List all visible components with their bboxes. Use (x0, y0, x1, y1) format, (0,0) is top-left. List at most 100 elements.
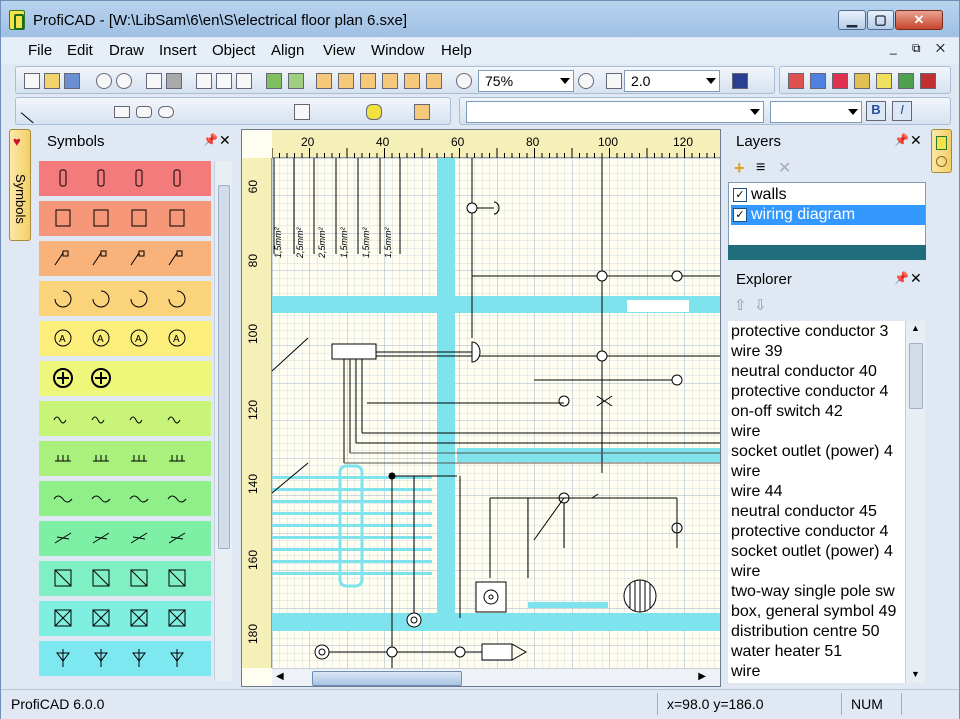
rounded-rectangle-tool-icon[interactable] (136, 106, 152, 118)
scroll-right-icon[interactable]: ▶ (698, 671, 706, 682)
move-down-icon[interactable]: ⇩ (754, 296, 767, 314)
electrical-symbol-icon[interactable] (89, 647, 113, 669)
scroll-down-icon[interactable]: ▼ (911, 669, 920, 679)
electrical-symbol-icon[interactable] (165, 167, 189, 189)
electrical-symbol-icon[interactable] (127, 247, 151, 269)
arc-tool-icon[interactable] (224, 104, 240, 120)
curve-tool-icon[interactable] (70, 104, 86, 120)
symbols-scroll-thumb[interactable] (218, 185, 230, 549)
electrical-symbol-icon[interactable]: A (165, 327, 189, 349)
print-preview-icon[interactable] (146, 73, 162, 89)
explorer-item[interactable]: box, general symbol 49 (731, 603, 896, 621)
electrical-symbol-icon[interactable] (89, 167, 113, 189)
electrical-symbol-icon[interactable] (51, 407, 75, 429)
explorer-item[interactable]: socket outlet (power) 4 (731, 543, 893, 561)
layer-item-walls[interactable]: ✓ walls (731, 185, 925, 205)
menu-edit[interactable]: Edit (67, 42, 93, 59)
electrical-symbol-icon[interactable] (165, 487, 189, 509)
electrical-symbol-icon[interactable] (127, 167, 151, 189)
image-icon[interactable] (288, 73, 304, 89)
wizard-icon[interactable] (854, 73, 870, 89)
electrical-symbol-icon[interactable] (51, 367, 75, 389)
layer-item-wiring-diagram[interactable]: ✓ wiring diagram (731, 205, 925, 225)
electrical-symbol-icon[interactable] (127, 527, 151, 549)
delete-layer-icon[interactable]: ✕ (778, 158, 791, 178)
explorer-item[interactable]: wire 44 (731, 483, 783, 501)
electrical-symbol-icon[interactable]: A (89, 327, 113, 349)
electrical-symbol-icon[interactable] (51, 207, 75, 229)
explorer-item[interactable]: water heater 51 (731, 643, 842, 661)
save-icon[interactable] (64, 73, 80, 89)
favorites-heart-icon[interactable] (832, 73, 848, 89)
electrical-symbol-icon[interactable] (89, 207, 113, 229)
electrical-symbol-icon[interactable] (51, 167, 75, 189)
insert-picture-icon[interactable] (266, 73, 282, 89)
open-folder-icon[interactable] (44, 73, 60, 89)
circle-tool-icon[interactable] (180, 104, 196, 120)
electrical-symbol-icon[interactable] (89, 287, 113, 309)
electrical-symbol-icon[interactable] (165, 407, 189, 429)
electrical-symbol-icon[interactable] (51, 527, 75, 549)
explorer-item[interactable]: two-way single pole sw (731, 583, 895, 601)
align-left-icon[interactable] (316, 73, 332, 89)
explorer-item[interactable]: wire (731, 563, 760, 581)
electrical-symbol-icon[interactable] (165, 607, 189, 629)
electrical-symbol-icon[interactable] (127, 207, 151, 229)
symbols-scrollbar[interactable] (214, 161, 232, 681)
scroll-up-icon[interactable]: ▲ (911, 323, 920, 333)
explorer-item[interactable]: wire 39 (731, 343, 783, 361)
electrical-symbol-icon[interactable] (127, 607, 151, 629)
title-bar[interactable]: ProfiCAD - [W:\LibSam\6\en\S\electrical … (1, 1, 959, 37)
electrical-symbol-icon[interactable] (89, 447, 113, 469)
ellipse-tool-icon[interactable] (158, 106, 174, 118)
electrical-symbol-icon[interactable] (165, 567, 189, 589)
select-arrow-icon[interactable] (414, 104, 430, 120)
menu-object[interactable]: Object (212, 42, 255, 59)
layers-color-icon[interactable] (920, 73, 936, 89)
print-icon[interactable] (166, 73, 182, 89)
electrical-symbol-icon[interactable] (127, 647, 151, 669)
font-combo[interactable] (466, 101, 764, 123)
explorer-scrollbar[interactable]: ▲ ▼ (905, 321, 925, 683)
align-middle-icon[interactable] (404, 73, 420, 89)
proficad-app-icon[interactable] (9, 10, 25, 30)
zoom-out-icon[interactable] (578, 73, 594, 89)
layer-checkbox[interactable]: ✓ (733, 188, 747, 202)
electrical-symbol-icon[interactable] (165, 207, 189, 229)
align-right-icon[interactable] (360, 73, 376, 89)
electrical-symbol-icon[interactable] (127, 287, 151, 309)
electrical-symbol-icon[interactable] (89, 407, 113, 429)
explorer-item[interactable]: neutral conductor 40 (731, 363, 877, 381)
mdi-window-controls[interactable]: _ ⧉ ✕ (890, 41, 951, 56)
electrical-symbol-icon[interactable] (165, 527, 189, 549)
close-panel-icon[interactable]: ✕ (219, 132, 231, 149)
explorer-item[interactable]: on-off switch 42 (731, 403, 843, 421)
redo-icon[interactable] (116, 73, 132, 89)
layer-list-icon[interactable]: ≡ (756, 159, 765, 177)
electrical-symbol-icon[interactable] (127, 567, 151, 589)
close-button[interactable]: ✕ (895, 10, 943, 30)
electrical-symbol-icon[interactable] (89, 487, 113, 509)
electrical-symbol-icon[interactable] (51, 447, 75, 469)
align-bottom-icon[interactable] (426, 73, 442, 89)
zoom-combo[interactable]: 75% (478, 70, 574, 92)
menu-help[interactable]: Help (441, 42, 472, 59)
text-box-tool-icon[interactable] (294, 104, 310, 120)
electrical-symbol-icon[interactable]: A (51, 327, 75, 349)
explorer-item[interactable]: wire (731, 423, 760, 441)
italic-button[interactable]: I (892, 101, 912, 121)
cable-tool-icon[interactable] (388, 104, 404, 120)
electrical-symbol-icon[interactable] (51, 487, 75, 509)
minimize-button[interactable]: ▁ (838, 10, 866, 30)
rectangle-tool-icon[interactable] (114, 106, 130, 118)
layer-checkbox[interactable]: ✓ (733, 208, 747, 222)
electrical-symbol-icon[interactable] (51, 247, 75, 269)
horizontal-scrollbar[interactable]: ◀ ▶ (272, 668, 720, 686)
drawing-canvas[interactable]: 20 40 60 80 100 120 60 80 100 120 140 16… (241, 129, 721, 687)
explorer-item[interactable]: socket outlet (power) 4 (731, 443, 893, 461)
hierarchy-icon[interactable] (788, 73, 804, 89)
electrical-symbol-icon[interactable] (165, 447, 189, 469)
maximize-button[interactable]: ▢ (867, 10, 894, 30)
cut-icon[interactable] (196, 73, 212, 89)
align-center-icon[interactable] (338, 73, 354, 89)
